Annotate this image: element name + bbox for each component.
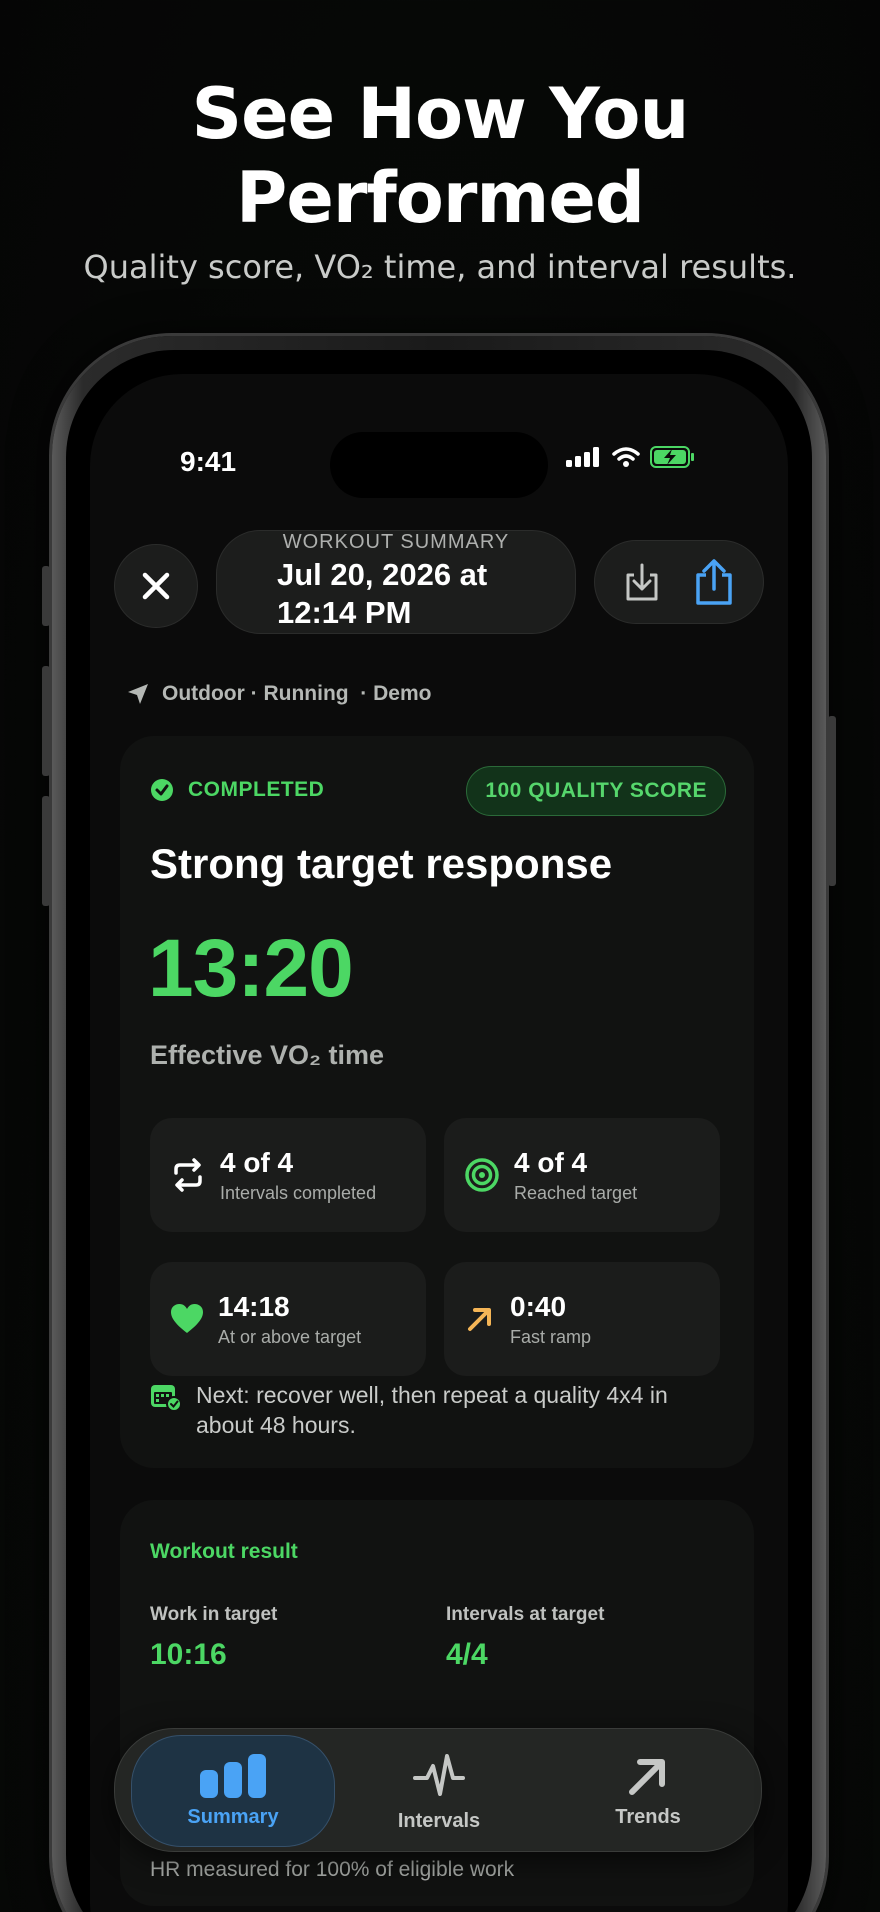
status-icons <box>566 446 696 468</box>
trend-arrow-icon <box>629 1758 665 1795</box>
power-button <box>828 716 836 886</box>
stat-at-or-above-target: 14:18 At or above target <box>150 1262 426 1376</box>
volume-up-button <box>42 666 50 776</box>
stat-value: 4 of 4 <box>220 1146 294 1178</box>
bar-chart-icon <box>200 1753 266 1798</box>
check-circle-icon <box>151 779 173 801</box>
result-headline: Strong target response <box>150 840 613 887</box>
intervals-at-target: Intervals at target 4/4 <box>446 1604 604 1672</box>
stat-label: At or above target <box>218 1326 362 1347</box>
location-arrow-icon <box>128 684 148 704</box>
summary-label: WORKOUT SUMMARY <box>282 531 510 553</box>
stat-label: Fast ramp <box>510 1326 592 1347</box>
vo2-time-label: Effective VO₂ time <box>150 1040 385 1070</box>
work-in-target: Work in target 10:16 <box>150 1604 277 1672</box>
calendar-check-icon <box>151 1385 182 1412</box>
hero-title: See How You Performed <box>0 72 880 240</box>
target-icon <box>465 1158 499 1192</box>
stat-value: 0:40 <box>510 1290 567 1322</box>
workout-meta-text: Outdoor · Running · Demo <box>162 682 432 705</box>
dynamic-island <box>330 432 548 498</box>
tab-label: Trends <box>615 1805 681 1828</box>
workout-title-pill: WORKOUT SUMMARY Jul 20, 2026 at 12:14 PM <box>216 530 576 634</box>
workout-date-line-1: Jul 20, 2026 at <box>277 557 488 592</box>
next-recommendation: Next: recover well, then repeat a qualit… <box>150 1380 730 1440</box>
phone-screen: 9:41 WORKOUT SUMMARY Jul 20, 2026 at 12:… <box>90 374 788 1912</box>
tab-intervals[interactable]: Intervals <box>359 1729 519 1853</box>
action-pill <box>594 540 764 624</box>
workout-date-line-2: 12:14 PM <box>277 595 412 630</box>
tab-label: Summary <box>187 1805 279 1828</box>
stat-value: 14:18 <box>218 1290 290 1322</box>
share-button[interactable] <box>692 557 736 607</box>
stat-reached-target: 4 of 4 Reached target <box>444 1118 720 1232</box>
arrow-up-right-icon <box>468 1308 491 1331</box>
volume-down-button <box>42 796 50 906</box>
hero-title-line-2: Performed <box>236 157 645 239</box>
vo2-time-value: 13:20 <box>148 923 354 1014</box>
phone-frame: 9:41 WORKOUT SUMMARY Jul 20, 2026 at 12:… <box>42 336 836 1912</box>
stat-intervals-completed: 4 of 4 Intervals completed <box>150 1118 426 1232</box>
stat-value: 4 of 4 <box>514 1146 588 1178</box>
intervals-at-target-value: 4/4 <box>446 1638 488 1671</box>
close-icon <box>142 572 170 600</box>
tab-bar: Summary Intervals Trends <box>114 1728 762 1852</box>
repeat-icon <box>174 1158 202 1192</box>
action-button <box>42 566 50 626</box>
stat-label: Intervals completed <box>220 1182 377 1203</box>
tab-trends[interactable]: Trends <box>563 1729 733 1853</box>
download-button[interactable] <box>622 561 662 603</box>
wifi-icon <box>612 447 640 467</box>
work-in-target-label: Work in target <box>150 1604 278 1625</box>
summary-card: COMPLETED 100 QUALITY SCORE Strong targe… <box>120 736 754 1468</box>
quality-score-badge: 100 QUALITY SCORE <box>466 766 726 816</box>
intervals-at-target-label: Intervals at target <box>446 1604 605 1625</box>
status-time: 9:41 <box>180 446 237 477</box>
hero-title-line-1: See How You <box>191 73 690 155</box>
workout-meta: Outdoor · Running · Demo <box>126 682 431 706</box>
heart-icon <box>171 1304 203 1333</box>
hero-subtitle: Quality score, VO₂ time, and interval re… <box>83 248 797 286</box>
tab-label: Intervals <box>397 1809 481 1832</box>
workout-result-title: Workout result <box>150 1540 298 1563</box>
battery-charging-icon <box>650 446 694 468</box>
stat-fast-ramp: 0:40 Fast ramp <box>444 1262 720 1376</box>
close-button[interactable] <box>114 544 198 628</box>
tab-summary[interactable]: Summary <box>131 1735 335 1847</box>
completed-label: COMPLETED <box>188 778 325 801</box>
signal-icon <box>566 447 599 467</box>
heartbeat-icon <box>413 1753 465 1796</box>
work-in-target-value: 10:16 <box>150 1638 227 1671</box>
hr-measured-note: HR measured for 100% of eligible work <box>150 1858 515 1881</box>
completed-status: COMPLETED <box>150 778 324 802</box>
stat-label: Reached target <box>514 1182 638 1203</box>
next-recommendation-text: Next: recover well, then repeat a qualit… <box>196 1382 668 1438</box>
